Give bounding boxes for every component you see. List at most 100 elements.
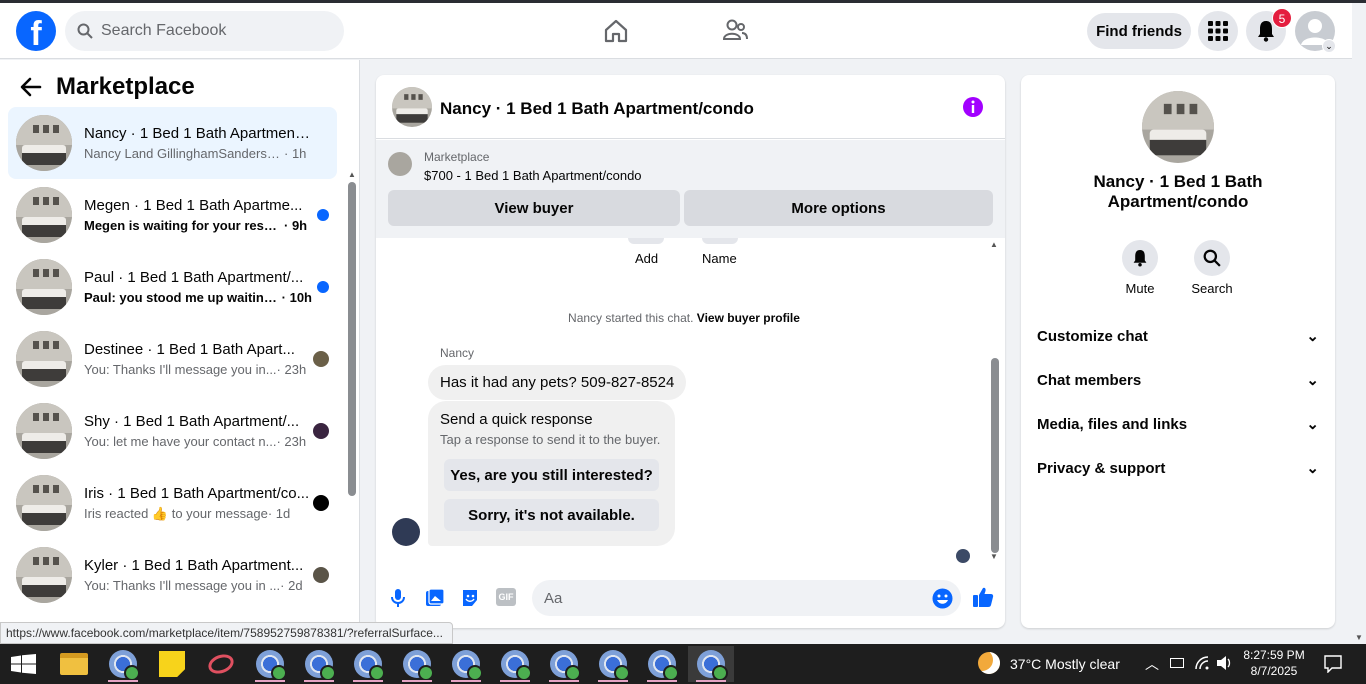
weather-temperature[interactable]: 37°C Mostly clear <box>1010 656 1120 672</box>
find-friends-button[interactable]: Find friends <box>1087 13 1191 49</box>
conversation-time: · 10h <box>281 290 312 305</box>
weather-moon-icon[interactable] <box>978 652 1000 674</box>
volume-icon[interactable] <box>1216 655 1234 671</box>
message-thread: Add Name Nancy started this chat. View b… <box>376 238 1005 568</box>
sender-name: Nancy <box>440 346 475 360</box>
privacy-support-section[interactable]: Privacy & support ⌄ <box>1037 459 1319 478</box>
more-options-button[interactable]: More options <box>684 190 993 226</box>
chrome-taskbar-icon[interactable] <box>345 646 391 682</box>
chat-members-section[interactable]: Chat members ⌄ <box>1037 371 1319 390</box>
conversation-name: Destinee · 1 Bed 1 Bath Apart... <box>84 341 295 358</box>
conversation-name: Kyler · 1 Bed 1 Bath Apartment... <box>84 557 304 574</box>
conversation-preview: Megen is waiting for your respo... <box>84 218 284 233</box>
emoji-icon[interactable] <box>932 588 953 609</box>
media-files-links-section[interactable]: Media, files and links ⌄ <box>1037 415 1319 434</box>
conversation-name: Shy · 1 Bed 1 Bath Apartment/... <box>84 413 300 430</box>
chrome-taskbar-icon[interactable] <box>541 646 587 682</box>
search-chat-button[interactable] <box>1194 240 1230 276</box>
home-icon[interactable] <box>602 17 630 45</box>
account-chevron-icon[interactable]: ⌄ <box>1322 39 1336 53</box>
conversation-item[interactable]: Megen · 1 Bed 1 Bath Apartme... Megen is … <box>8 179 337 251</box>
customize-chat-section[interactable]: Customize chat ⌄ <box>1037 327 1319 346</box>
weather-description: Mostly clear <box>1045 656 1120 672</box>
chrome-taskbar-icon[interactable] <box>100 646 146 682</box>
chrome-taskbar-icon[interactable] <box>394 646 440 682</box>
conversation-item[interactable]: Nancy · 1 Bed 1 Bath Apartment/... Nancy … <box>8 107 337 179</box>
listing-thumbnail <box>16 331 72 387</box>
facebook-logo[interactable]: f <box>16 11 56 51</box>
conversation-name: Paul · 1 Bed 1 Bath Apartment/... <box>84 269 304 286</box>
chat-scrollbar[interactable]: ▲ ▼ <box>990 240 1000 562</box>
bedroom-thumbnail-icon <box>392 87 432 127</box>
listing-thumbnail <box>16 259 72 315</box>
notification-badge: 5 <box>1272 8 1292 28</box>
conversation-item[interactable]: Destinee · 1 Bed 1 Bath Apart... You: Tha… <box>8 323 337 395</box>
nancy-avatar[interactable] <box>392 518 420 546</box>
battery-icon[interactable] <box>1170 658 1184 668</box>
conversation-item[interactable]: Shy · 1 Bed 1 Bath Apartment/... You: let… <box>8 395 337 467</box>
chrome-taskbar-icon[interactable] <box>296 646 342 682</box>
photo-icon[interactable] <box>425 588 445 608</box>
menu-button[interactable] <box>1198 11 1238 51</box>
listing-title[interactable]: $700 - 1 Bed 1 Bath Apartment/condo <box>424 168 642 183</box>
sticker-icon[interactable] <box>460 588 480 608</box>
name-circle[interactable] <box>702 238 738 244</box>
back-arrow-icon[interactable] <box>20 76 42 98</box>
info-icon[interactable] <box>962 96 984 118</box>
sidebar-title: Marketplace <box>56 73 195 100</box>
add-circle[interactable] <box>628 238 664 244</box>
chevron-up-icon[interactable]: ︿ <box>1145 654 1159 674</box>
friends-icon[interactable] <box>721 17 749 45</box>
conversation-preview-row: Iris reacted 👍 to your message · 1d <box>84 506 312 522</box>
conversation-text: Kyler · 1 Bed 1 Bath Apartment... You: Th… <box>84 557 312 593</box>
mute-button[interactable] <box>1122 240 1158 276</box>
seen-avatar <box>313 351 329 367</box>
section-label: Customize chat <box>1037 327 1148 345</box>
chrome-taskbar-icon[interactable] <box>688 646 734 682</box>
seen-avatar <box>313 423 329 439</box>
snipping-tool-icon[interactable] <box>198 646 244 682</box>
page-scrollbar[interactable]: ▼ <box>1352 3 1366 644</box>
info-avatar[interactable] <box>1142 91 1214 163</box>
conversation-item[interactable]: Paul · 1 Bed 1 Bath Apartment/... Paul: y… <box>8 251 337 323</box>
listing-thumbnail <box>388 152 412 176</box>
conversation-item[interactable]: Kyler · 1 Bed 1 Bath Apartment... You: Th… <box>8 539 337 611</box>
quick-reply-not-available[interactable]: Sorry, it's not available. <box>444 499 659 531</box>
view-buyer-profile-link[interactable]: View buyer profile <box>697 311 800 325</box>
notification-center-icon[interactable] <box>1324 655 1342 673</box>
message-input[interactable]: Aa <box>532 580 961 616</box>
microphone-icon[interactable] <box>390 588 406 608</box>
wifi-icon[interactable] <box>1194 655 1210 671</box>
search-input[interactable]: Search Facebook <box>65 11 344 51</box>
conversation-item[interactable]: Iris · 1 Bed 1 Bath Apartment/co... Iris … <box>8 467 337 539</box>
file-explorer-icon[interactable] <box>51 646 97 682</box>
link-status-bar: https://www.facebook.com/marketplace/ite… <box>0 622 453 644</box>
chat-avatar[interactable] <box>392 87 432 127</box>
conversation-text: Nancy · 1 Bed 1 Bath Apartment/... Nancy … <box>84 125 312 161</box>
conversation-time: · 1d <box>267 505 291 521</box>
conversation-time: · 1h <box>284 146 307 161</box>
chrome-taskbar-icon[interactable] <box>443 646 489 682</box>
system-clock[interactable]: 8:27:59 PM 8/7/2025 <box>1240 647 1308 679</box>
gif-icon[interactable]: GIF <box>496 588 516 606</box>
listing-thumbnail <box>16 403 72 459</box>
sticky-notes-icon[interactable] <box>149 646 195 682</box>
quick-reply-still-interested[interactable]: Yes, are you still interested? <box>444 459 659 491</box>
conversation-preview: You: Thanks I'll message you in... <box>84 362 277 377</box>
view-buyer-button[interactable]: View buyer <box>388 190 680 226</box>
thumbs-up-icon[interactable] <box>972 586 994 608</box>
add-label: Add <box>635 251 659 266</box>
conversation-preview-row: You: let me have your contact n... · 23h <box>84 434 312 449</box>
listing-thumbnail <box>16 547 72 603</box>
conversation-time: · 9h <box>284 218 308 233</box>
sidebar-scrollbar[interactable]: ▲ <box>347 170 357 500</box>
marketplace-label: Marketplace <box>424 150 490 164</box>
chrome-taskbar-icon[interactable] <box>492 646 538 682</box>
clock-time: 8:27:59 PM <box>1243 648 1305 662</box>
windows-start-icon[interactable] <box>11 654 37 674</box>
chrome-taskbar-icon[interactable] <box>639 646 685 682</box>
conversation-text: Paul · 1 Bed 1 Bath Apartment/... Paul: y… <box>84 269 312 305</box>
chrome-taskbar-icon[interactable] <box>590 646 636 682</box>
message-bubble[interactable]: Has it had any pets? 509-827-8524 <box>428 365 687 400</box>
chrome-taskbar-icon[interactable] <box>247 646 293 682</box>
